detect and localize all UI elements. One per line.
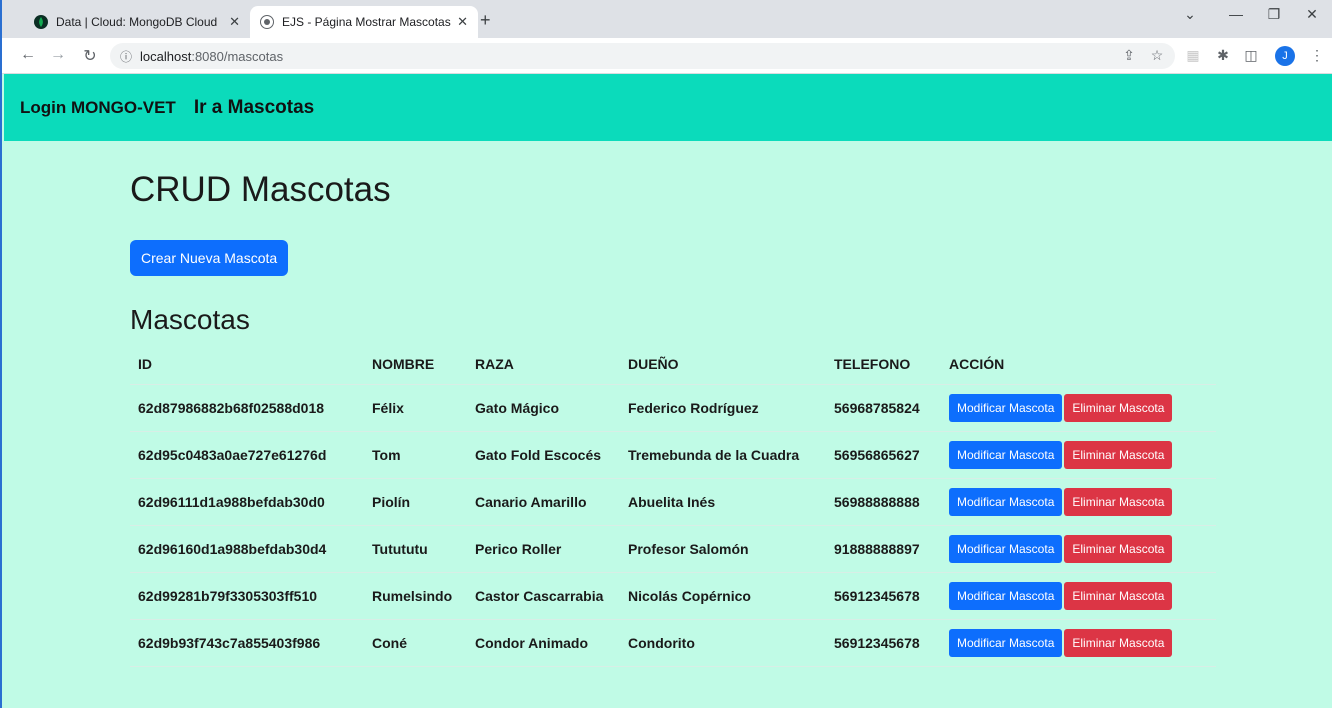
cell-actions: Modificar Mascota Eliminar Mascota <box>941 572 1216 620</box>
mongodb-leaf-icon <box>34 15 48 29</box>
modify-pet-button[interactable]: Modificar Mascota <box>949 393 1063 422</box>
close-window-icon[interactable]: ✕ <box>1302 6 1322 23</box>
table-row: 62d99281b79f3305303ff510 Rumelsindo Castor… <box>130 572 1216 620</box>
cell-id: 62d9b93f743c7a855403f986 <box>130 619 364 667</box>
cell-dueno: Profesor Salomón <box>620 525 826 573</box>
modify-pet-button[interactable]: Modificar Mascota <box>949 487 1063 516</box>
side-panel-icon[interactable]: ◫ <box>1242 47 1260 64</box>
close-tab-icon[interactable]: ✕ <box>229 14 240 30</box>
globe-icon <box>260 15 274 29</box>
bookmark-star-icon[interactable]: ☆ <box>1148 47 1166 64</box>
cell-nombre: Tutututu <box>364 525 467 573</box>
cell-id: 62d96160d1a988befdab30d4 <box>130 525 364 573</box>
table-row: 62d96111d1a988befdab30d0 Piolín Canario Am… <box>130 478 1216 526</box>
tab-search-icon[interactable]: ⌄ <box>1180 6 1200 23</box>
extensions-puzzle-icon[interactable]: ✱ <box>1214 47 1232 64</box>
forward-icon[interactable]: → <box>48 46 68 64</box>
cell-telefono: 56988888888 <box>826 478 941 526</box>
col-header-raza: RAZA <box>467 344 620 385</box>
page-title: CRUD Mascotas <box>130 170 391 209</box>
pets-table: ID NOMBRE RAZA DUEÑO TELEFONO ACCIÓN 62d… <box>130 344 1216 667</box>
cell-raza: Gato Mágico <box>467 384 620 432</box>
cell-telefono: 91888888897 <box>826 525 941 573</box>
cell-raza: Gato Fold Escocés <box>467 431 620 479</box>
close-tab-icon[interactable]: ✕ <box>457 14 468 30</box>
main-content: CRUD Mascotas Crear Nueva Mascota Mascot… <box>130 160 1216 667</box>
col-header-nombre: NOMBRE <box>364 344 467 385</box>
table-row: 62d95c0483a0ae727e61276d Tom Gato Fold Esc… <box>130 431 1216 479</box>
cell-nombre: Rumelsindo <box>364 572 467 620</box>
create-pet-button[interactable]: Crear Nueva Mascota <box>130 240 289 276</box>
modify-pet-button[interactable]: Modificar Mascota <box>949 440 1063 469</box>
address-bar[interactable]: ⓘ localhost:8080/mascotas <box>110 43 1175 69</box>
cell-dueno: Tremebunda de la Cuadra <box>620 431 826 479</box>
app-navbar: Login MONGO-VET Ir a Mascotas <box>4 74 1332 141</box>
delete-pet-button[interactable]: Eliminar Mascota <box>1064 534 1173 563</box>
reload-icon[interactable]: ↻ <box>80 46 100 66</box>
table-row: 62d9b93f743c7a855403f986 Coné Condor Anima… <box>130 619 1216 667</box>
share-icon[interactable]: ⇪ <box>1120 47 1138 64</box>
extension-icon[interactable]: ▦ <box>1184 47 1202 64</box>
cell-raza: Canario Amarillo <box>467 478 620 526</box>
nav-link-mascotas[interactable]: Ir a Mascotas <box>194 97 314 119</box>
col-header-dueno: DUEÑO <box>620 344 826 385</box>
cell-nombre: Tom <box>364 431 467 479</box>
tab-strip: Data | Cloud: MongoDB Cloud ✕ EJS - Pági… <box>2 0 1332 38</box>
brand-link[interactable]: Login MONGO-VET <box>20 98 176 118</box>
cell-actions: Modificar Mascota Eliminar Mascota <box>941 619 1216 667</box>
cell-nombre: Coné <box>364 619 467 667</box>
cell-nombre: Félix <box>364 384 467 432</box>
url-path: :8080/mascotas <box>191 48 284 64</box>
cell-dueno: Nicolás Copérnico <box>620 572 826 620</box>
section-title: Mascotas <box>130 304 250 335</box>
cell-telefono: 56956865627 <box>826 431 941 479</box>
tab-title: EJS - Página Mostrar Mascotas <box>282 15 451 29</box>
cell-actions: Modificar Mascota Eliminar Mascota <box>941 525 1216 573</box>
browser-toolbar: ← → ↻ ⓘ localhost:8080/mascotas ⇪ ☆ ▦ ✱ … <box>2 38 1332 74</box>
new-tab-icon[interactable]: + <box>480 10 491 31</box>
cell-dueno: Abuelita Inés <box>620 478 826 526</box>
menu-kebab-icon[interactable]: ⋮ <box>1308 47 1326 64</box>
cell-raza: Condor Animado <box>467 619 620 667</box>
delete-pet-button[interactable]: Eliminar Mascota <box>1064 440 1173 469</box>
modify-pet-button[interactable]: Modificar Mascota <box>949 581 1063 610</box>
cell-id: 62d95c0483a0ae727e61276d <box>130 431 364 479</box>
delete-pet-button[interactable]: Eliminar Mascota <box>1064 487 1173 516</box>
cell-id: 62d96111d1a988befdab30d0 <box>130 478 364 526</box>
cell-id: 62d99281b79f3305303ff510 <box>130 572 364 620</box>
info-icon[interactable]: ⓘ <box>120 48 132 65</box>
profile-avatar[interactable]: J <box>1275 46 1295 66</box>
browser-window: Data | Cloud: MongoDB Cloud ✕ EJS - Pági… <box>0 0 1332 708</box>
cell-actions: Modificar Mascota Eliminar Mascota <box>941 384 1216 432</box>
cell-dueno: Condorito <box>620 619 826 667</box>
col-header-telefono: TELEFONO <box>826 344 941 385</box>
delete-pet-button[interactable]: Eliminar Mascota <box>1064 581 1173 610</box>
col-header-id: ID <box>130 344 364 385</box>
cell-nombre: Piolín <box>364 478 467 526</box>
cell-dueno: Federico Rodríguez <box>620 384 826 432</box>
cell-telefono: 56912345678 <box>826 619 941 667</box>
minimize-icon[interactable]: — <box>1226 6 1246 22</box>
table-header-row: ID NOMBRE RAZA DUEÑO TELEFONO ACCIÓN <box>130 344 1216 385</box>
restore-icon[interactable]: ❐ <box>1264 6 1284 23</box>
cell-raza: Castor Cascarrabia <box>467 572 620 620</box>
table-row: 62d96160d1a988befdab30d4 Tutututu Perico R… <box>130 525 1216 573</box>
tab-mongodb[interactable]: Data | Cloud: MongoDB Cloud ✕ <box>24 6 250 38</box>
cell-raza: Perico Roller <box>467 525 620 573</box>
cell-actions: Modificar Mascota Eliminar Mascota <box>941 431 1216 479</box>
modify-pet-button[interactable]: Modificar Mascota <box>949 534 1063 563</box>
tab-title: Data | Cloud: MongoDB Cloud <box>56 15 218 29</box>
cell-telefono: 56912345678 <box>826 572 941 620</box>
tab-mascotas[interactable]: EJS - Página Mostrar Mascotas ✕ <box>250 6 478 38</box>
cell-id: 62d87986882b68f02588d018 <box>130 384 364 432</box>
cell-actions: Modificar Mascota Eliminar Mascota <box>941 478 1216 526</box>
table-row: 62d87986882b68f02588d018 Félix Gato Mágico… <box>130 384 1216 432</box>
col-header-accion: ACCIÓN <box>941 344 1216 385</box>
cell-telefono: 56968785824 <box>826 384 941 432</box>
delete-pet-button[interactable]: Eliminar Mascota <box>1064 393 1173 422</box>
url-host: localhost <box>140 48 192 64</box>
delete-pet-button[interactable]: Eliminar Mascota <box>1064 628 1173 657</box>
back-icon[interactable]: ← <box>18 46 38 64</box>
modify-pet-button[interactable]: Modificar Mascota <box>949 628 1063 657</box>
